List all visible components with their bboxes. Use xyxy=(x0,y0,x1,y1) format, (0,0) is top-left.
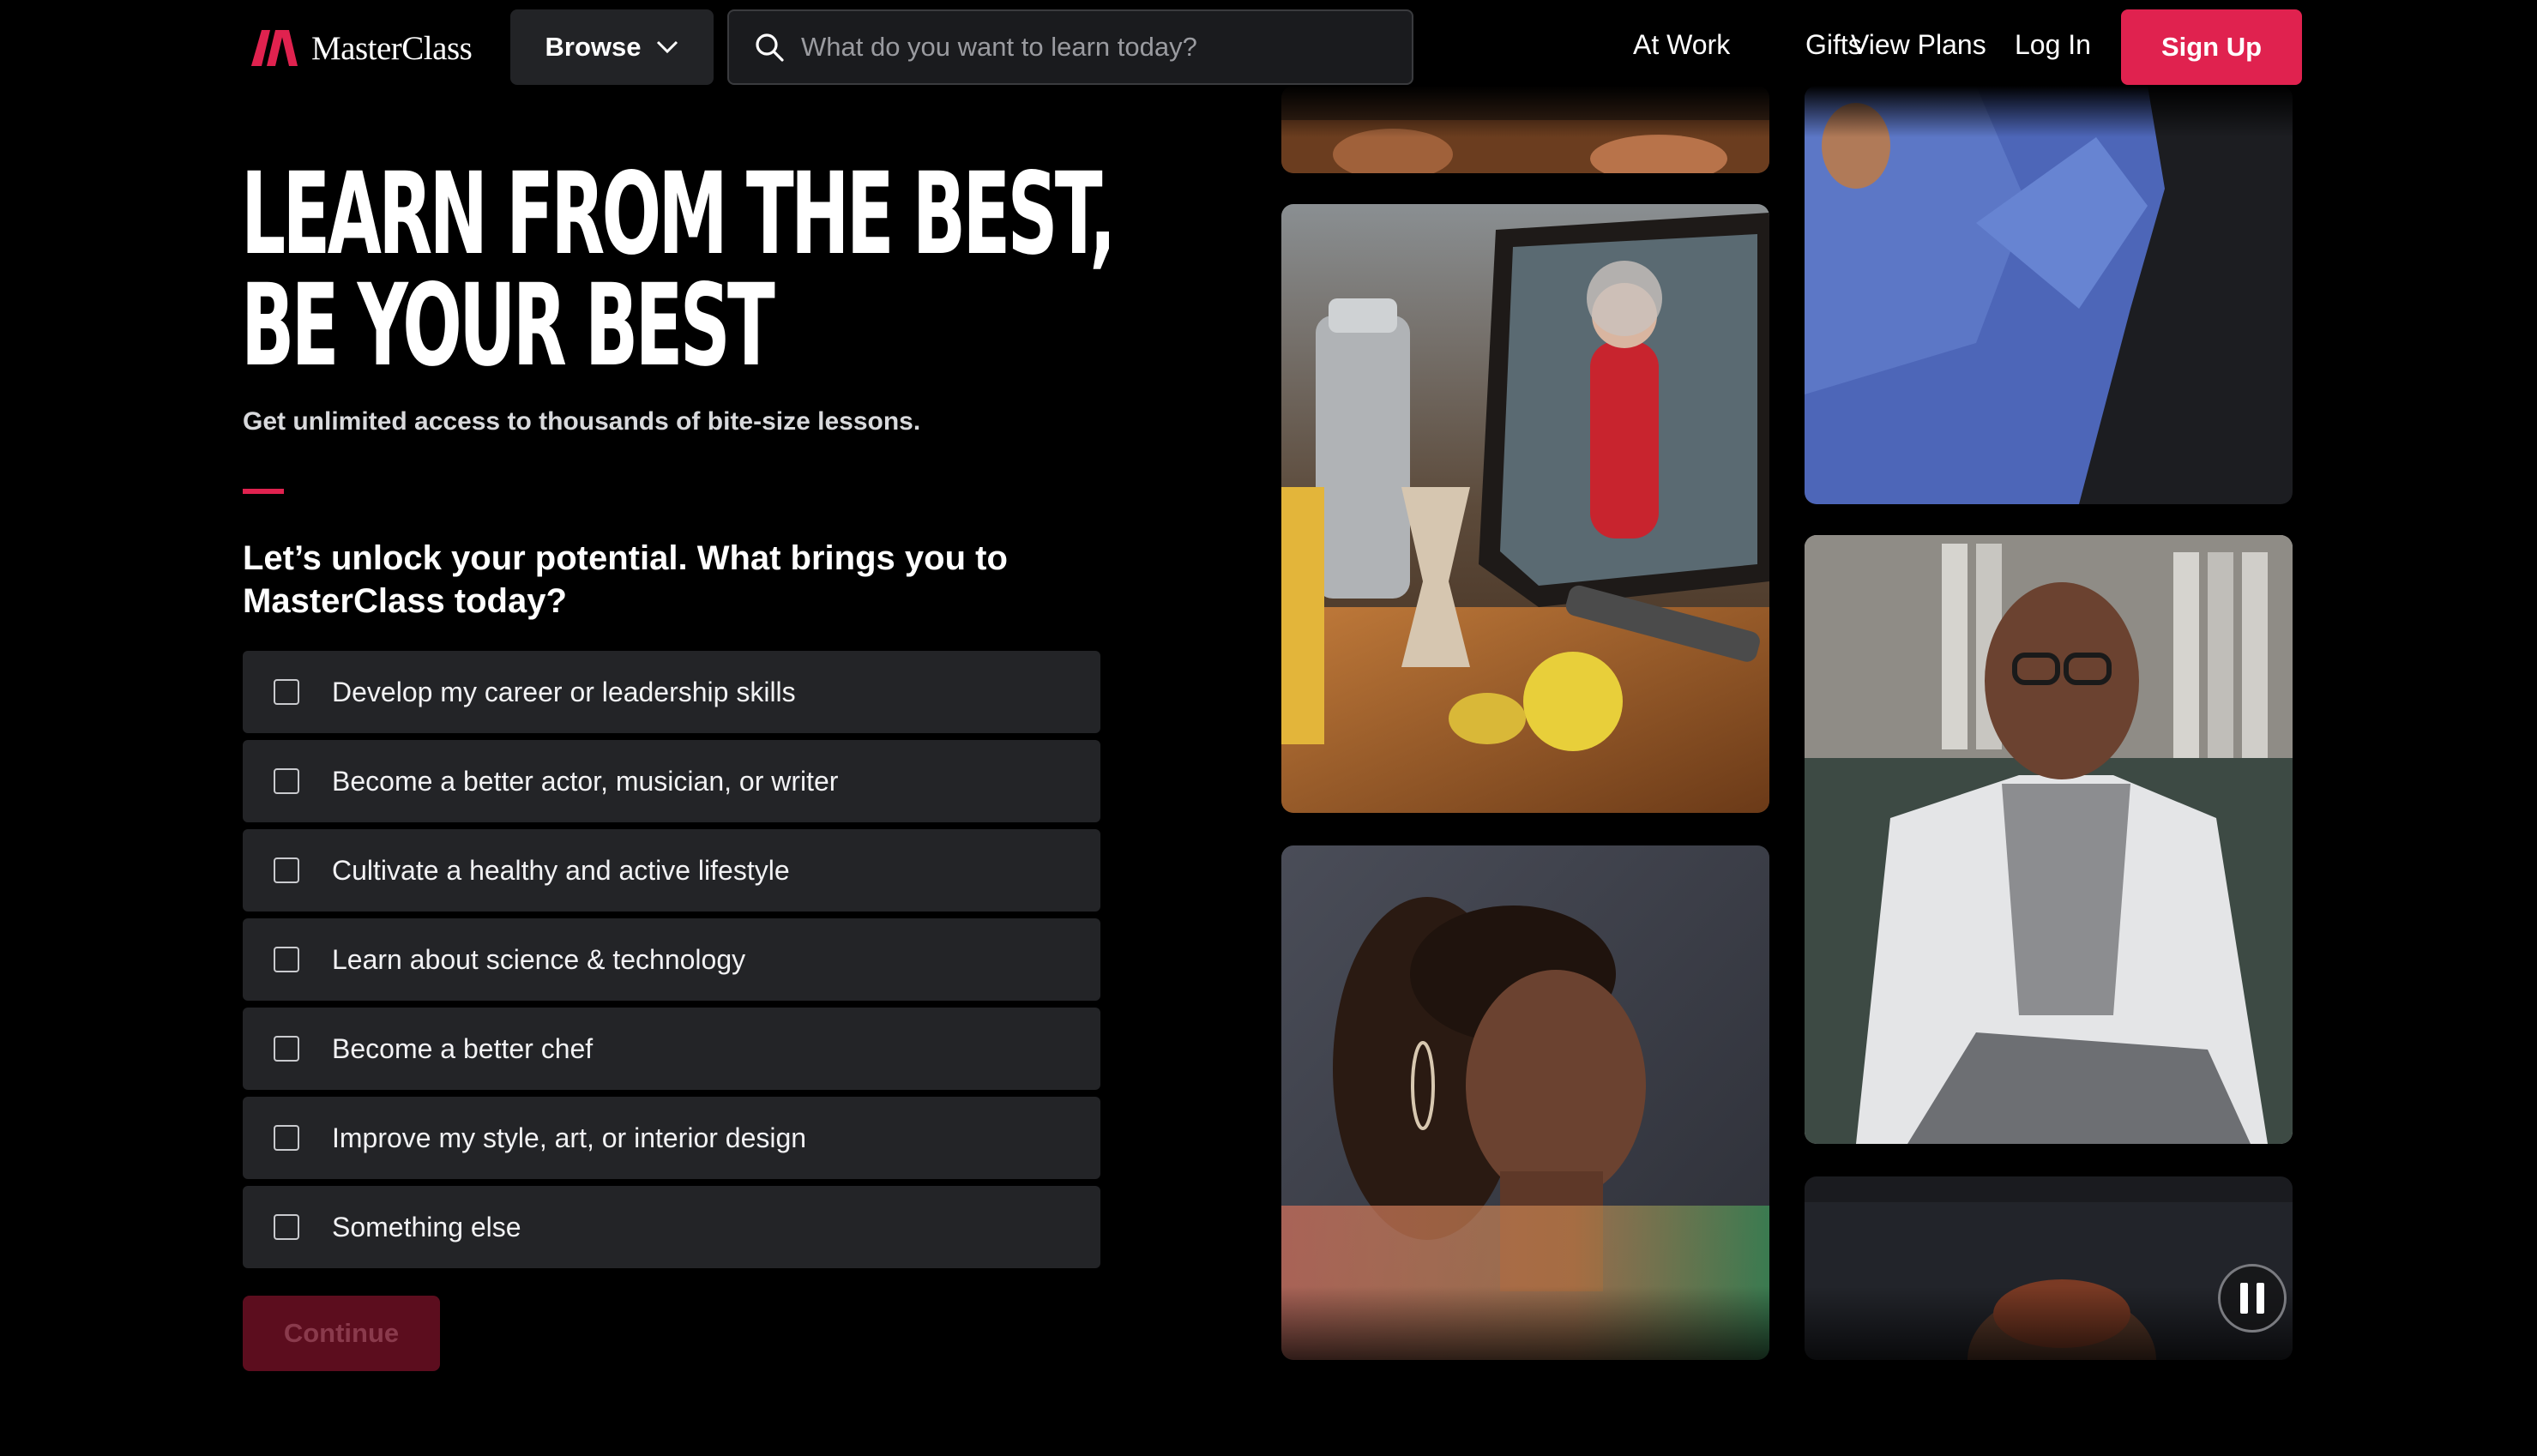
instructor-photo-tile xyxy=(1805,1176,2293,1360)
sign-up-label: Sign Up xyxy=(2160,32,2263,62)
masterclass-logo[interactable]: MasterClass xyxy=(243,22,473,74)
checkbox[interactable] xyxy=(274,768,299,794)
logo-wordmark: MasterClass xyxy=(311,29,473,67)
search-icon xyxy=(756,33,784,62)
goal-option-label: Learn about science & technology xyxy=(332,943,746,975)
search-bar[interactable] xyxy=(727,9,1413,85)
goal-option-science[interactable]: Learn about science & technology xyxy=(243,918,1100,1001)
photo-image xyxy=(1805,86,2293,504)
nav-link-log-in[interactable]: Log In xyxy=(2015,29,2091,61)
checkbox[interactable] xyxy=(274,1214,299,1240)
browse-dropdown-button[interactable]: Browse xyxy=(510,9,714,85)
instructor-photo-tile xyxy=(1281,845,1769,1360)
continue-label: Continue xyxy=(283,1318,400,1348)
headline-line-1: LEARN FROM THE BEST, xyxy=(241,148,1116,280)
photo-image xyxy=(1281,86,1769,173)
goal-option-label: Cultivate a healthy and active lifestyle xyxy=(332,854,790,886)
quiz-question: Let’s unlock your potential. What brings… xyxy=(243,539,1008,620)
goal-option-style[interactable]: Improve my style, art, or interior desig… xyxy=(243,1097,1100,1179)
checkbox[interactable] xyxy=(274,1036,299,1062)
checkbox[interactable] xyxy=(274,947,299,972)
continue-button[interactable]: Continue xyxy=(243,1296,440,1371)
photo-image xyxy=(1281,204,1769,813)
headline-line-2: BE YOUR BEST xyxy=(241,260,775,392)
goal-options-list: Develop my career or leadership skills B… xyxy=(243,651,1100,1275)
checkbox[interactable] xyxy=(274,679,299,705)
photo-image xyxy=(1281,845,1769,1360)
goal-option-other[interactable]: Something else xyxy=(243,1186,1100,1268)
nav-link-view-plans[interactable]: View Plans xyxy=(1851,29,1986,61)
instructor-photo-tile xyxy=(1281,86,1769,173)
goal-option-chef[interactable]: Become a better chef xyxy=(243,1008,1100,1090)
instructor-photo-tile xyxy=(1805,86,2293,504)
goal-option-label: Something else xyxy=(332,1211,521,1242)
top-nav: MasterClass Browse At Work Gifts View Pl… xyxy=(0,0,2537,94)
goal-option-label: Improve my style, art, or interior desig… xyxy=(332,1122,807,1153)
browse-label: Browse xyxy=(545,32,642,62)
goal-option-label: Become a better chef xyxy=(332,1032,594,1064)
pause-video-button[interactable] xyxy=(2218,1264,2287,1333)
masterclass-logo-icon xyxy=(243,30,298,66)
sign-up-button[interactable]: Sign Up xyxy=(2121,9,2302,85)
goal-option-career[interactable]: Develop my career or leadership skills xyxy=(243,651,1100,733)
checkbox[interactable] xyxy=(274,1125,299,1151)
nav-link-at-work[interactable]: At Work xyxy=(1633,29,1730,61)
page-title: LEARN FROM THE BEST, BE YOUR BEST xyxy=(241,148,1116,392)
chevron-down-icon xyxy=(657,40,678,54)
checkbox[interactable] xyxy=(274,857,299,883)
photo-image xyxy=(1805,1176,2293,1360)
goal-option-label: Develop my career or leadership skills xyxy=(332,676,796,707)
search-input[interactable] xyxy=(801,32,1384,63)
page: MasterClass Browse At Work Gifts View Pl… xyxy=(0,0,2537,1456)
pause-icon-bar xyxy=(2240,1283,2248,1314)
pause-icon-bar xyxy=(2257,1283,2264,1314)
photo-image xyxy=(1805,535,2293,1144)
hero-subhead: Get unlimited access to thousands of bit… xyxy=(243,407,921,436)
instructor-photo-tile xyxy=(1281,204,1769,813)
accent-divider xyxy=(243,489,284,494)
goal-option-label: Become a better actor, musician, or writ… xyxy=(332,765,839,797)
instructor-photo-tile xyxy=(1805,535,2293,1144)
goal-option-creative[interactable]: Become a better actor, musician, or writ… xyxy=(243,740,1100,822)
goal-option-lifestyle[interactable]: Cultivate a healthy and active lifestyle xyxy=(243,829,1100,912)
